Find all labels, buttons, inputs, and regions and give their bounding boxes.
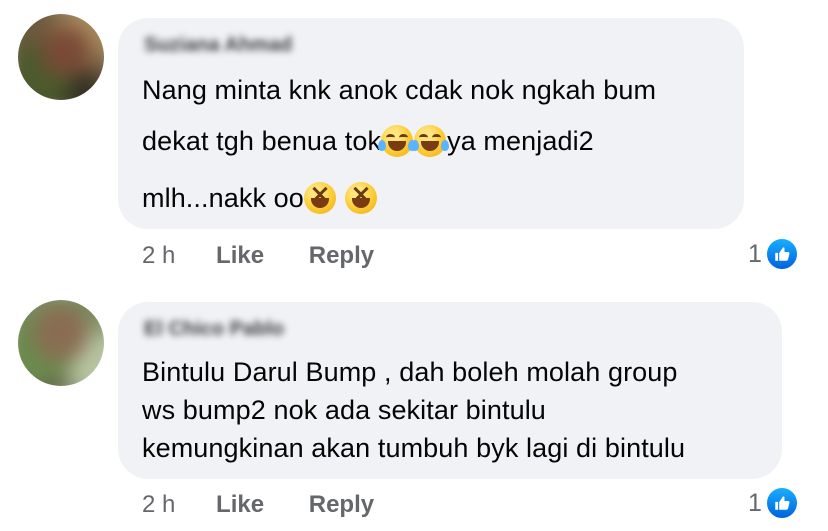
comment-text-line: dekat tgh benua tok ya menjadi2 — [142, 125, 594, 157]
grinning-squinting-emoji-icon — [303, 182, 336, 214]
comment-timestamp[interactable]: 2 h — [142, 242, 175, 270]
reaction-count: 1 — [748, 239, 762, 268]
reply-button[interactable]: Reply — [309, 242, 374, 270]
comment-text-line: Bintulu Darul Bump , dah boleh molah gro… — [142, 357, 678, 387]
like-button[interactable]: Like — [216, 242, 264, 270]
avatar[interactable] — [18, 300, 104, 386]
comment-author[interactable]: Suziana Ahmad — [144, 34, 292, 57]
like-thumb-icon — [764, 486, 799, 520]
like-thumb-icon — [764, 237, 799, 271]
comment-actions: 2 h Like Reply — [142, 491, 412, 519]
comment-bubble: Suziana Ahmad Nang minta knk anok cdak n… — [118, 18, 744, 229]
comment-actions: 2 h Like Reply — [142, 242, 412, 270]
reaction-summary[interactable]: 1 — [748, 237, 799, 271]
comment-text-line: kemungkinan akan tumbuh byk lagi di bint… — [142, 433, 686, 463]
avatar[interactable] — [18, 14, 104, 100]
comment-text-line: ws bump2 nok ada sekitar bintulu — [142, 395, 546, 425]
comment-timestamp[interactable]: 2 h — [142, 491, 175, 519]
comment-text-segment: mlh...nakk oo — [142, 183, 304, 213]
comment-text-line: Nang minta knk anok cdak nok ngkah bum — [142, 75, 657, 105]
reaction-count: 1 — [748, 488, 762, 517]
comment-text-line: mlh...nakk oo — [142, 182, 378, 214]
tears-of-joy-emoji-icon — [378, 125, 417, 157]
reaction-summary[interactable]: 1 — [748, 486, 799, 520]
grinning-squinting-emoji-icon — [344, 182, 377, 214]
tears-of-joy-emoji-icon — [411, 125, 450, 157]
comment-bubble: El Chico Pablo Bintulu Darul Bump , dah … — [118, 302, 782, 479]
comment-text-segment: dekat tgh benua tok — [142, 126, 382, 156]
like-button[interactable]: Like — [216, 491, 264, 519]
comment-author[interactable]: El Chico Pablo — [144, 318, 284, 341]
comment-text-segment: ya menjadi2 — [447, 126, 594, 156]
reply-button[interactable]: Reply — [309, 491, 374, 519]
